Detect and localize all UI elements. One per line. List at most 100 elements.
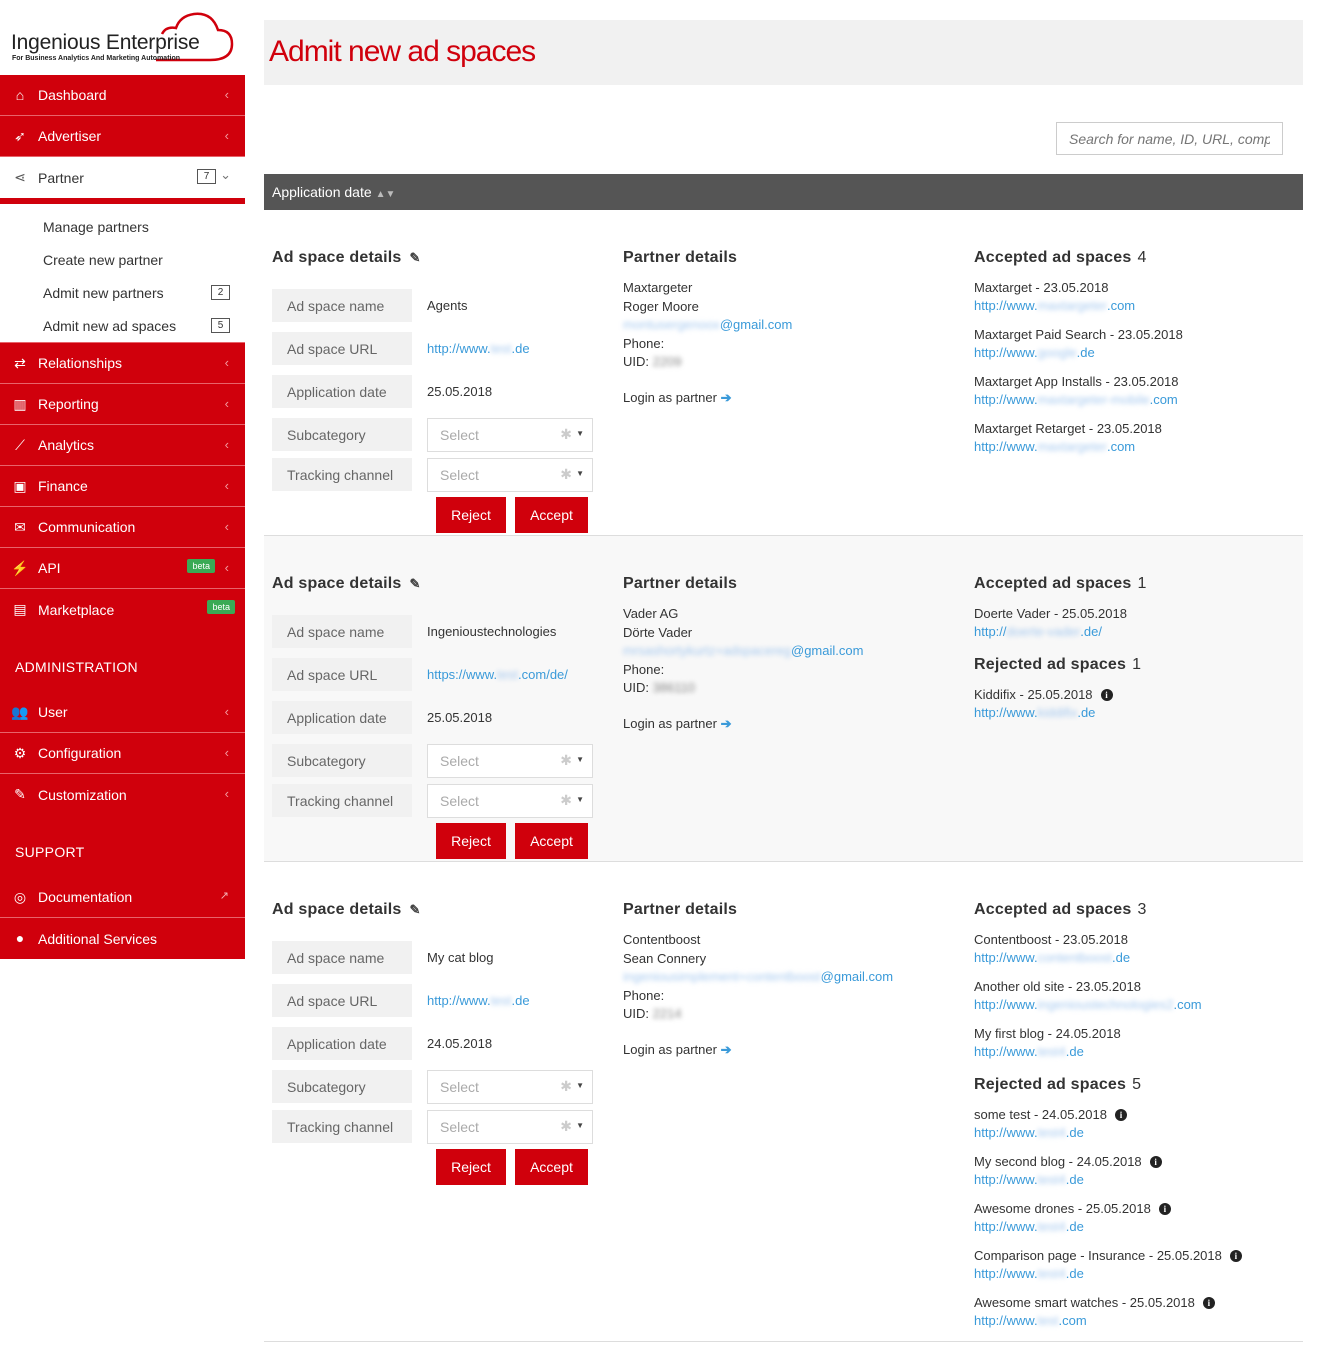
partner-email[interactable]: montusergenoox@gmail.com: [623, 316, 953, 335]
url-suffix: .com/de/: [518, 667, 568, 682]
nav-finance[interactable]: ▣ Finance ‹: [0, 466, 245, 507]
accept-button[interactable]: Accept: [515, 497, 588, 533]
sub-create-partner[interactable]: Create new partner: [0, 243, 245, 276]
partner-person: Sean Connery: [623, 950, 707, 966]
ad-space-link[interactable]: http://www.google.de: [974, 344, 1303, 362]
nav-dashboard[interactable]: ⌂ Dashboard ‹: [0, 75, 245, 116]
ad-space-link[interactable]: http://www.test4.de: [974, 1043, 1303, 1061]
nav-marketplace[interactable]: ▤ Marketplace beta: [0, 589, 245, 630]
url-blurred: kiddifix: [1037, 705, 1078, 720]
reject-button[interactable]: Reject: [436, 497, 506, 533]
reject-button[interactable]: Reject: [436, 1149, 506, 1185]
clear-icon[interactable]: ✱: [560, 466, 572, 483]
url-blurred: test4: [1037, 1266, 1066, 1281]
sub-admit-partners[interactable]: Admit new partners 2: [0, 276, 245, 309]
field-row-name: Ad space name Ingenioustechnologies: [272, 615, 597, 648]
ad-space-link[interactable]: http://www.maxtargeter.com: [974, 297, 1303, 315]
clear-icon[interactable]: ✱: [560, 1078, 572, 1095]
user-icon: ●: [15, 930, 25, 946]
ad-space-link[interactable]: http://www.test4.de: [974, 1265, 1303, 1283]
nav-api[interactable]: ⚡ API beta ‹: [0, 548, 245, 589]
sub-admit-ad-spaces[interactable]: Admit new ad spaces 5: [0, 309, 245, 342]
chevron-down-icon: ⌄: [220, 167, 231, 182]
login-as-partner-link[interactable]: Login as partner ➔: [623, 716, 953, 732]
info-icon[interactable]: i: [1149, 1156, 1162, 1168]
ad-space-link[interactable]: http://www.maxtargeter.com: [974, 438, 1303, 456]
nav-configuration[interactable]: ⚙ Configuration ‹: [0, 733, 245, 774]
ad-spaces-column: Accepted ad spaces 3 Contentboost - 23.05.…: [974, 862, 1303, 1341]
beta-badge: beta: [207, 600, 235, 614]
login-as-partner-link[interactable]: Login as partner ➔: [623, 390, 953, 406]
ad-space-link[interactable]: http://www.test4.de: [974, 1124, 1303, 1142]
url-prefix: http://www.: [974, 345, 1038, 360]
ad-space-title: My first blog - 24.05.2018: [974, 1025, 1303, 1043]
accepted-ad-space-item: My first blog - 24.05.2018 http://www.tes…: [974, 1025, 1303, 1061]
subcategory-select[interactable]: Select ✱ ▼: [427, 1070, 593, 1104]
ad-space-url-link[interactable]: http://www.test.de: [427, 341, 530, 356]
sub-manage-partners[interactable]: Manage partners: [0, 210, 245, 243]
ad-space-title-text: Doerte Vader - 25.05.2018: [974, 606, 1127, 621]
partner-email[interactable]: mrsashortykurtz+adspacereg@gmail.com: [623, 642, 953, 661]
ad-space-details-heading: Ad space details ✎: [272, 575, 421, 593]
url-suffix: .de: [511, 341, 530, 356]
ad-space-url-link[interactable]: http://www.test.de: [427, 993, 530, 1008]
ad-space-url-link[interactable]: https://www.test.com/de/: [427, 667, 568, 682]
caret-down-icon: ▼: [576, 469, 584, 478]
nav-advertiser[interactable]: ➶ Advertiser ‹: [0, 116, 245, 157]
url-blurred: test4: [1037, 1172, 1066, 1187]
nav-partner[interactable]: ⋖ Partner 7 ⌄: [0, 157, 245, 198]
clear-icon[interactable]: ✱: [560, 1118, 572, 1135]
nav-additional-services[interactable]: ● Additional Services: [0, 918, 245, 959]
field-row-channel: Tracking channel Select ✱ ▼: [272, 1110, 597, 1144]
sort-header[interactable]: Application date ▲▼: [264, 174, 1303, 210]
edit-pencil-icon[interactable]: ✎: [409, 902, 420, 918]
channel-select[interactable]: Select ✱ ▼: [427, 458, 593, 492]
info-icon[interactable]: i: [1114, 1109, 1127, 1121]
search-input[interactable]: [1056, 122, 1283, 155]
info-icon[interactable]: i: [1202, 1297, 1215, 1309]
envelope-icon: ✉: [14, 518, 26, 535]
url-prefix: http://www.: [427, 993, 491, 1008]
ad-space-link[interactable]: http://doerte-vader.de/: [974, 623, 1303, 641]
ad-space-link[interactable]: http://www.maxtargeter-mobile.com: [974, 391, 1303, 409]
url-suffix: .de: [1112, 950, 1131, 965]
login-as-partner-link[interactable]: Login as partner ➔: [623, 1042, 953, 1058]
sort-icon: ▲▼: [375, 189, 396, 200]
ad-space-link[interactable]: http://www.kiddifix.de: [974, 704, 1303, 722]
nav-reporting[interactable]: ▥ Reporting ‹: [0, 384, 245, 425]
info-icon[interactable]: i: [1229, 1250, 1242, 1262]
nav-customization[interactable]: ✎ Customization ‹: [0, 774, 245, 815]
nav-communication[interactable]: ✉ Communication ‹: [0, 507, 245, 548]
subcategory-select[interactable]: Select ✱ ▼: [427, 744, 593, 778]
field-value: Ingenioustechnologies: [427, 624, 557, 639]
ad-space-link[interactable]: http://www.contentboost.de: [974, 949, 1303, 967]
ad-space-title-text: Maxtarget Retarget - 23.05.2018: [974, 421, 1162, 436]
clear-icon[interactable]: ✱: [560, 792, 572, 809]
url-prefix: http://www.: [974, 1125, 1038, 1140]
info-icon[interactable]: i: [1100, 689, 1113, 701]
partner-email[interactable]: ingeniousimplement+contentboost@gmail.co…: [623, 968, 953, 987]
field-label: Ad space URL: [272, 984, 412, 1017]
clear-icon[interactable]: ✱: [560, 752, 572, 769]
brand-logo[interactable]: Ingenious Enterprise For Business Analyt…: [0, 0, 245, 75]
accept-button[interactable]: Accept: [515, 1149, 588, 1185]
nav-analytics[interactable]: ⟋ Analytics ‹: [0, 425, 245, 466]
reject-button[interactable]: Reject: [436, 823, 506, 859]
channel-select[interactable]: Select ✱ ▼: [427, 1110, 593, 1144]
ad-space-link[interactable]: http://www.ingenioustechnologies2.com: [974, 996, 1303, 1014]
channel-select[interactable]: Select ✱ ▼: [427, 784, 593, 818]
ad-space-link[interactable]: http://www.test4.de: [974, 1171, 1303, 1189]
subcategory-select[interactable]: Select ✱ ▼: [427, 418, 593, 452]
clear-icon[interactable]: ✱: [560, 426, 572, 443]
edit-pencil-icon[interactable]: ✎: [409, 250, 420, 266]
nav-relationships[interactable]: ⇄ Relationships ‹: [0, 343, 245, 384]
edit-pencil-icon[interactable]: ✎: [409, 576, 420, 592]
accept-button[interactable]: Accept: [515, 823, 588, 859]
field-label: Tracking channel: [272, 1110, 412, 1143]
nav-documentation[interactable]: ◎ Documentation ↗: [0, 877, 245, 918]
nav-user[interactable]: 👥 User ‹: [0, 692, 245, 733]
ad-space-link[interactable]: http://www.test.com: [974, 1312, 1303, 1330]
ad-space-link[interactable]: http://www.test4.de: [974, 1218, 1303, 1236]
info-icon[interactable]: i: [1158, 1203, 1171, 1215]
field-label: Subcategory: [272, 744, 412, 777]
